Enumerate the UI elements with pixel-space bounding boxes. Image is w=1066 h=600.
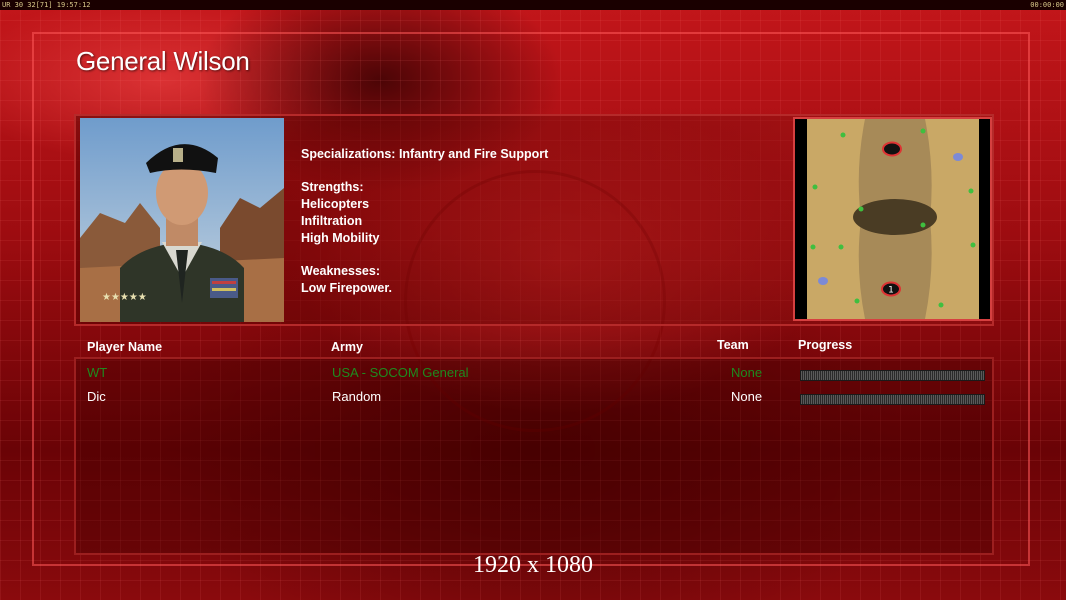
- start-position-label: 1: [888, 286, 894, 296]
- strength-item: High Mobility: [301, 230, 380, 245]
- player-army: Random: [332, 389, 382, 404]
- header-progress: Progress: [798, 338, 853, 352]
- header-team: Team: [717, 338, 749, 352]
- start-position-marker[interactable]: [882, 141, 902, 157]
- svg-text:★★★★★: ★★★★★: [102, 292, 147, 303]
- general-title: General Wilson: [76, 46, 250, 76]
- player-name: Dic: [87, 389, 106, 404]
- start-position-marker[interactable]: 1: [881, 281, 901, 297]
- player-row: Dic Random None: [0, 389, 1066, 409]
- strength-item: Helicopters: [301, 197, 370, 212]
- debug-hud: UR 30 32[71] 19:57:12 00:00:00: [0, 0, 1066, 10]
- map-preview[interactable]: 1: [793, 117, 992, 321]
- header-player-name: Player Name: [87, 340, 163, 354]
- hud-clock: 00:00:00: [1030, 1, 1064, 9]
- weakness-item: Low Firepower.: [301, 280, 392, 295]
- specializations-text: Specializations: Infantry and Fire Suppo…: [301, 147, 549, 161]
- player-name: WT: [87, 365, 108, 380]
- weaknesses-heading: Weaknesses:: [301, 263, 380, 278]
- general-description: Specializations: Infantry and Fire Suppo…: [301, 146, 548, 296]
- header-army: Army: [331, 340, 363, 354]
- player-team: None: [731, 389, 763, 404]
- general-portrait: ★★★★★: [80, 118, 284, 322]
- hud-left-text: UR 30 32[71] 19:57:12: [2, 1, 91, 9]
- strengths-heading: Strengths:: [301, 180, 364, 195]
- strength-item: Infiltration: [301, 213, 363, 228]
- progress-bar: [800, 370, 985, 381]
- players-panel: [74, 357, 994, 555]
- player-row: WT USA - SOCOM General None: [0, 365, 1066, 385]
- progress-bar: [800, 394, 985, 405]
- player-team: None: [731, 365, 763, 380]
- player-army: USA - SOCOM General: [332, 365, 469, 380]
- resolution-label: 1920 x 1080: [473, 552, 593, 578]
